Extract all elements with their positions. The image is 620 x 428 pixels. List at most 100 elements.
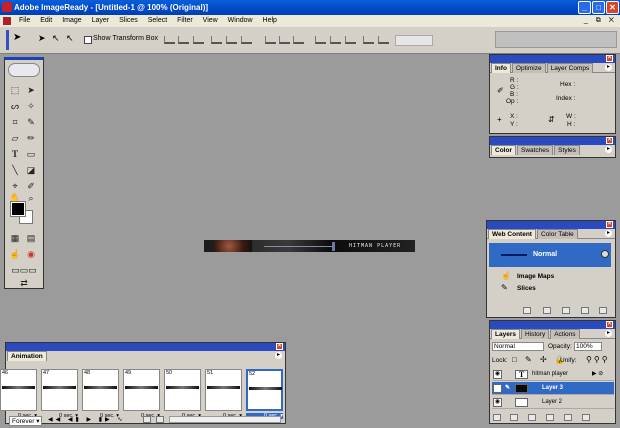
align-bottom-icon[interactable] <box>193 36 204 44</box>
duplicate-frame-icon[interactable] <box>143 416 151 423</box>
layer-effects-icon[interactable]: ▶ ⊘ <box>592 368 603 381</box>
layer-row[interactable]: ◉ T hitman player ▶ ⊘ <box>492 368 614 381</box>
layer-mask-icon[interactable] <box>528 414 536 421</box>
menu-help[interactable]: Help <box>259 15 281 27</box>
loop-options-select[interactable]: Forever ▾ <box>9 416 43 426</box>
opacity-field[interactable]: 100% <box>574 342 602 351</box>
menu-file[interactable]: File <box>15 15 34 27</box>
menu-filter[interactable]: Filter <box>173 15 197 27</box>
options-bar-grip[interactable] <box>6 30 9 50</box>
pencil-tool-icon[interactable]: ✏ <box>25 132 37 144</box>
distribute-left-icon[interactable] <box>315 36 326 44</box>
zoom-tool-icon[interactable]: ⌕ <box>25 192 37 204</box>
shape-tool-icon[interactable]: ◪ <box>25 164 37 176</box>
playback-controls[interactable]: ◀◀ ◀▮ ▶ ▮▶ ∿ <box>48 416 125 423</box>
tab-swatches[interactable]: Swatches <box>516 145 554 155</box>
tab-web-content[interactable]: Web Content <box>488 229 536 239</box>
tab-history[interactable]: History <box>520 329 550 339</box>
info-palette-close-icon[interactable]: ✕ <box>606 55 613 62</box>
adobe-logo-icon[interactable] <box>8 63 40 77</box>
new-layer-icon[interactable] <box>564 414 572 421</box>
animation-menu-icon[interactable]: ▸ <box>275 352 282 359</box>
distribute-right-icon[interactable] <box>345 36 356 44</box>
eye-icon[interactable]: ◉ <box>493 370 502 379</box>
delete-layer-icon[interactable] <box>582 414 590 421</box>
web-content-close-icon[interactable]: ✕ <box>606 221 613 228</box>
web-content-duplicate-icon[interactable] <box>581 307 589 314</box>
animation-frame[interactable]: 51 <box>205 369 242 411</box>
slice-tool-icon[interactable]: ✎ <box>25 116 37 128</box>
magic-wand-tool-icon[interactable]: ✧ <box>25 100 37 112</box>
rectangle-tool-icon[interactable]: ▭ <box>25 148 37 160</box>
slices-label[interactable]: Slices <box>517 285 536 292</box>
align-to-dropdown[interactable] <box>395 35 433 46</box>
web-content-new-slice-icon[interactable] <box>543 307 551 314</box>
tab-styles[interactable]: Styles <box>554 145 580 155</box>
eyedropper-tool-icon[interactable]: ✐ <box>25 180 37 192</box>
move-tool-icon[interactable]: ➤ <box>13 32 25 43</box>
image-map-tool-icon[interactable]: ⌖ <box>9 180 21 192</box>
image-maps-label[interactable]: Image Maps <box>517 273 554 280</box>
web-content-normal-row[interactable]: Normal <box>489 243 611 267</box>
layers-menu-icon[interactable]: ▸ <box>605 330 612 337</box>
delete-frame-icon[interactable] <box>156 416 164 423</box>
canvas-document[interactable]: HITMAN PLAYER <box>204 240 415 252</box>
distribute-hcenter-icon[interactable] <box>330 36 341 44</box>
unify-icons[interactable]: ⚲⚲⚲ <box>586 355 610 364</box>
layer-style-icon[interactable] <box>510 414 518 421</box>
toggle-image-maps-icon[interactable]: ▤ <box>25 232 37 244</box>
animation-frame[interactable]: 49 <box>123 369 160 411</box>
move-tool-preset-icon[interactable]: ➤ <box>38 33 50 43</box>
web-content-titlebar[interactable]: ✕ <box>487 221 615 229</box>
layers-titlebar[interactable]: ✕ <box>490 321 615 329</box>
tab-layers[interactable]: Layers <box>491 329 520 339</box>
web-content-menu-icon[interactable]: ▸ <box>605 230 612 237</box>
web-content-new-map-icon[interactable] <box>562 307 570 314</box>
slice-select-icon[interactable]: ↖ <box>52 33 64 43</box>
arrow-select-icon[interactable]: ↖ <box>66 33 78 43</box>
blend-mode-select[interactable]: Normal <box>492 342 544 351</box>
animation-frame[interactable]: 48 <box>82 369 119 411</box>
menu-select[interactable]: Select <box>144 15 171 27</box>
menu-edit[interactable]: Edit <box>36 15 56 27</box>
toggle-slices-icon[interactable]: ▦ <box>9 232 21 244</box>
preview-in-browser-icon[interactable]: ◉ <box>25 248 37 260</box>
eye-icon[interactable]: ◉ <box>493 398 502 407</box>
tab-actions[interactable]: Actions <box>550 329 580 339</box>
show-transform-box-checkbox[interactable] <box>84 36 92 44</box>
align-vcenter-icon[interactable] <box>178 36 189 44</box>
menu-window[interactable]: Window <box>224 15 257 27</box>
frame-delay[interactable]: 0 sec. ▾ <box>123 413 160 419</box>
maximize-button[interactable]: □ <box>592 1 605 14</box>
document-window-controls[interactable]: _ ⧉ ✕ <box>584 15 617 27</box>
color-palette-menu-icon[interactable]: ▸ <box>605 146 612 153</box>
animation-frame-selected[interactable]: 52 <box>246 369 283 411</box>
line-tool-icon[interactable]: ╲ <box>9 164 21 176</box>
jump-to-photoshop-icon[interactable]: ⇄ <box>13 277 35 289</box>
color-palette-titlebar[interactable]: ✕ <box>490 137 615 145</box>
preview-document-icon[interactable]: ☝ <box>9 248 21 260</box>
eraser-tool-icon[interactable]: ▱ <box>9 132 21 144</box>
color-palette-close-icon[interactable]: ✕ <box>606 137 613 144</box>
menu-slices[interactable]: Slices <box>115 15 142 27</box>
layer-row[interactable]: ◉ Layer 2 <box>492 396 614 409</box>
web-content-delete-icon[interactable] <box>599 307 607 314</box>
info-palette-menu-icon[interactable]: ▸ <box>605 64 612 71</box>
layers-close-icon[interactable]: ✕ <box>606 321 613 328</box>
layer-row-selected[interactable]: ◉ ✎ Layer 3 <box>492 382 614 395</box>
tab-color-table[interactable]: Color Table <box>536 229 578 239</box>
animation-frame[interactable]: 46 <box>0 369 37 411</box>
distribute-space-icon[interactable] <box>363 36 374 44</box>
web-content-new-rollover-icon[interactable] <box>523 307 531 314</box>
move-tool-icon[interactable]: ➤ <box>25 84 37 96</box>
tab-layer-comps[interactable]: Layer Comps <box>546 63 594 73</box>
distribute-space-v-icon[interactable] <box>378 36 389 44</box>
info-palette-titlebar[interactable]: ✕ <box>490 55 615 63</box>
menu-view[interactable]: View <box>199 15 222 27</box>
screen-mode-icons[interactable]: ▭▭▭ <box>7 264 41 276</box>
distribute-vcenter-icon[interactable] <box>279 36 290 44</box>
lasso-tool-icon[interactable]: ᔕ <box>9 100 21 112</box>
new-layer-set-icon[interactable] <box>546 414 554 421</box>
tab-optimize[interactable]: Optimize <box>511 63 546 73</box>
foreground-color-swatch[interactable] <box>10 201 26 217</box>
